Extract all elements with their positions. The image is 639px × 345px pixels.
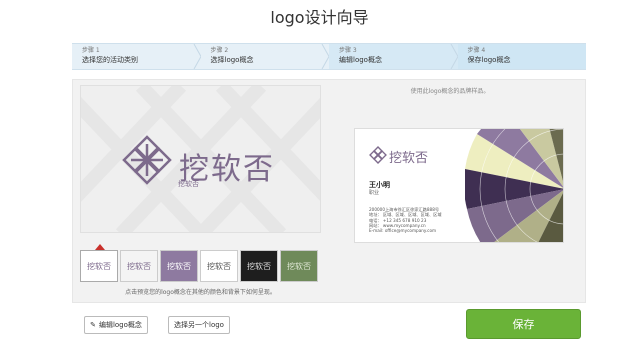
step-3[interactable]: 步骤 3 编辑logo概念: [329, 43, 459, 70]
card-info-line: E-mail: office@mycompany.com: [369, 228, 437, 234]
logo-preview: 挖软否 挖软否: [80, 85, 321, 233]
step-4-number: 步骤 4: [467, 47, 486, 54]
color-variant-5[interactable]: 挖软否: [240, 250, 278, 282]
step-3-number: 步骤 3: [339, 47, 357, 54]
color-variant-2[interactable]: 挖软否: [120, 250, 158, 282]
card-role: 职业: [369, 190, 380, 196]
edit-logo-button[interactable]: ✎ 编辑logo概念: [84, 316, 148, 334]
choose-another-logo-button[interactable]: 选择另一个logo: [168, 316, 230, 334]
thumb-text: 挖软否: [207, 261, 231, 271]
color-variant-1[interactable]: 挖软否: [80, 250, 118, 282]
card-info-line: 地址： 区域、区域、区域、区域、区域: [369, 212, 442, 218]
pencil-icon: ✎: [90, 321, 96, 329]
step-1-number: 步骤 1: [82, 47, 100, 54]
card-contact-info: 200000上海市徐汇区徐家汇路888号 地址： 区域、区域、区域、区域、区域 …: [369, 207, 442, 233]
preview-hint: 点击预览您的logo概念在其他的颜色和背景下如何呈现。: [125, 289, 276, 296]
step-4[interactable]: 步骤 4 保存logo概念: [457, 43, 586, 70]
save-button[interactable]: 保存: [466, 309, 581, 339]
thumb-text: 挖软否: [247, 261, 271, 271]
card-logo-icon: [369, 146, 387, 164]
choose-another-label: 选择另一个logo: [174, 321, 224, 329]
thumb-text: 挖软否: [87, 261, 111, 271]
color-variant-4[interactable]: 挖软否: [200, 250, 238, 282]
step-2[interactable]: 步骤 2 选择logo概念: [200, 43, 330, 70]
save-label: 保存: [512, 318, 535, 331]
step-2-number: 步骤 2: [210, 47, 229, 54]
step-3-label: 编辑logo概念: [339, 56, 382, 64]
step-1-label: 选择您的活动类别: [82, 56, 138, 64]
card-logo-text: 挖软否: [389, 151, 429, 166]
step-1[interactable]: 步骤 1 选择您的活动类别: [72, 43, 202, 70]
card-decoration-graphic: [465, 129, 563, 242]
wizard-steps: 步骤 1 选择您的活动类别 步骤 2 选择logo概念 步骤 3 编辑logo概…: [72, 43, 586, 70]
edit-logo-label: 编辑logo概念: [98, 321, 142, 329]
brand-sample-caption: 使用此logo概念的品牌样品。: [410, 88, 490, 95]
thumb-text: 挖软否: [127, 261, 151, 271]
thumb-text: 挖软否: [287, 261, 311, 271]
step-2-label: 选择logo概念: [210, 56, 254, 64]
logo-symbol-icon: [122, 135, 172, 185]
color-variant-3[interactable]: 挖软否: [160, 250, 198, 282]
logo-subtext: 挖软否: [178, 180, 199, 188]
step-4-label: 保存logo概念: [467, 56, 511, 64]
color-variant-6[interactable]: 挖软否: [280, 250, 318, 282]
color-variant-thumbnails: 挖软否 挖软否 挖软否 挖软否 挖软否 挖软否: [80, 250, 318, 282]
business-card-sample: 挖软否 王小明 职业 200000上海市徐汇区徐家汇路888号 地址： 区域、区…: [354, 128, 564, 243]
page-title: logo设计向导: [270, 8, 369, 27]
thumb-text: 挖软否: [167, 261, 191, 271]
